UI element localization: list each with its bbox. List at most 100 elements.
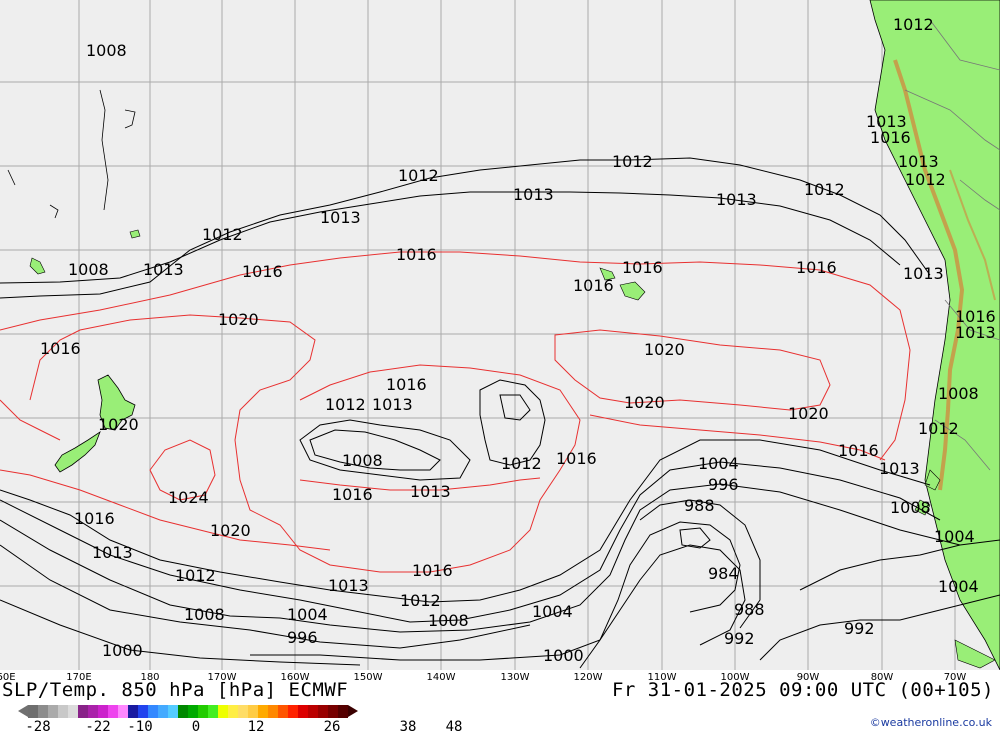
- isobar-label: 1012: [175, 566, 216, 585]
- isobar-label: 1008: [68, 260, 109, 279]
- map-title: SLP/Temp. 850 hPa [hPa] ECMWF: [2, 679, 349, 701]
- isobar-label: 1004: [698, 454, 739, 473]
- isobar-label: 1000: [102, 641, 143, 660]
- colorbar-swatch: [308, 705, 318, 718]
- isobar-label: 1016: [622, 258, 663, 277]
- isobar-label: 996: [287, 628, 318, 647]
- colorbar-swatch: [138, 705, 148, 718]
- colorbar-swatch: [48, 705, 58, 718]
- credit-link[interactable]: ©weatheronline.co.uk: [870, 716, 992, 729]
- isobar-label: 1013: [955, 323, 996, 342]
- colorbar-swatch: [238, 705, 248, 718]
- longitude-label: 140W: [426, 672, 456, 683]
- isobar-label: 1020: [624, 393, 665, 412]
- isobar-label: 1020: [788, 404, 829, 423]
- colorbar-swatch: [208, 705, 218, 718]
- isobar-label: 1016: [74, 509, 115, 528]
- colorbar-swatch: [328, 705, 338, 718]
- colorbar-swatch: [298, 705, 308, 718]
- isobar-label: 1012: [202, 225, 243, 244]
- isobar-label: 1012: [893, 15, 934, 34]
- valid-time: Fr 31-01-2025 09:00 UTC (00+105): [611, 679, 994, 701]
- isobar-label: 1020: [218, 310, 259, 329]
- colorbar-swatch: [188, 705, 198, 718]
- isobar-label: 1016: [796, 258, 837, 277]
- isobar-label: 1012: [398, 166, 439, 185]
- isobar-label: 984: [708, 564, 739, 583]
- colorbar-swatch: [148, 705, 158, 718]
- isobar-label: 988: [684, 496, 715, 515]
- isobar-label: 1008: [342, 451, 383, 470]
- pressure-map: 1008 1012 1013 1016 1013 1012 1013 1016 …: [0, 0, 1000, 670]
- isobar-label: 1008: [86, 41, 127, 60]
- isobar-label: 1013: [92, 543, 133, 562]
- isobar-label: 1016: [396, 245, 437, 264]
- isobar-label: 1013: [903, 264, 944, 283]
- isobar-label: 1016: [242, 262, 283, 281]
- isobar-label: 1004: [938, 577, 979, 596]
- colorbar-swatch: [28, 705, 38, 718]
- colorbar-swatch: [98, 705, 108, 718]
- map-canvas: 1008 1012 1013 1016 1013 1012 1013 1016 …: [0, 0, 1000, 670]
- isobar-label: 1016: [386, 375, 427, 394]
- colorbar-swatch: [58, 705, 68, 718]
- isobar-label: 1016: [573, 276, 614, 295]
- isobar-label: 1012: [905, 170, 946, 189]
- isobar-label: 1008: [890, 498, 931, 517]
- colorbar-swatch: [68, 705, 78, 718]
- isobar-label: 1016: [412, 561, 453, 580]
- colorbar-swatch: [248, 705, 258, 718]
- longitude-label: 120W: [573, 672, 603, 683]
- isobar-label: 1016: [556, 449, 597, 468]
- longitude-label: 130W: [500, 672, 530, 683]
- isobar-label: 1013: [898, 152, 939, 171]
- isobar-label: 1013: [513, 185, 554, 204]
- isobar-label: 1012: [612, 152, 653, 171]
- colorbar-swatch: [228, 705, 238, 718]
- colorbar-swatch: [78, 705, 88, 718]
- isobar-label: 1013: [879, 459, 920, 478]
- isobar-label: 992: [844, 619, 875, 638]
- isobar-label: 1008: [184, 605, 225, 624]
- colorbar-swatch: [268, 705, 278, 718]
- isobar-label: 1012: [501, 454, 542, 473]
- colorbar-swatch: [108, 705, 118, 718]
- isobar-label: 1004: [287, 605, 328, 624]
- isobar-label: 1013: [372, 395, 413, 414]
- colorbar-swatch: [178, 705, 188, 718]
- isobar-label: 1013: [328, 576, 369, 595]
- isobar-label: 1016: [870, 128, 911, 147]
- colorbar-arrow-left: [18, 705, 28, 717]
- isobar-label: 1004: [934, 527, 975, 546]
- isobar-label: 1016: [332, 485, 373, 504]
- isobar-label: 1020: [98, 415, 139, 434]
- isobar-label: 1000: [543, 646, 584, 665]
- temperature-colorbar: [28, 705, 348, 718]
- isobar-label: 1024: [168, 488, 209, 507]
- isobar-label: 996: [708, 475, 739, 494]
- longitude-label: 150W: [353, 672, 383, 683]
- isobar-label: 1020: [210, 521, 251, 540]
- colorbar-swatch: [288, 705, 298, 718]
- colorbar-swatch: [158, 705, 168, 718]
- colorbar-swatch: [318, 705, 328, 718]
- colorbar-swatch: [38, 705, 48, 718]
- isobar-label: 1013: [143, 260, 184, 279]
- isobar-label: 1004: [532, 602, 573, 621]
- isobar-label: 1016: [838, 441, 879, 460]
- isobar-label: 1012: [918, 419, 959, 438]
- colorbar-swatch: [218, 705, 228, 718]
- isobar-label: 1013: [716, 190, 757, 209]
- isobar-label: 1012: [325, 395, 366, 414]
- colorbar-swatch: [88, 705, 98, 718]
- colorbar-swatch: [168, 705, 178, 718]
- isobar-label: 1012: [804, 180, 845, 199]
- isobar-label: 1008: [428, 611, 469, 630]
- isobar-label: 1008: [938, 384, 979, 403]
- isobar-label: 992: [724, 629, 755, 648]
- colorbar-arrow-right: [348, 705, 358, 717]
- isobar-label: 1020: [644, 340, 685, 359]
- colorbar-swatch: [118, 705, 128, 718]
- colorbar-swatch: [338, 705, 348, 718]
- colorbar-swatch: [198, 705, 208, 718]
